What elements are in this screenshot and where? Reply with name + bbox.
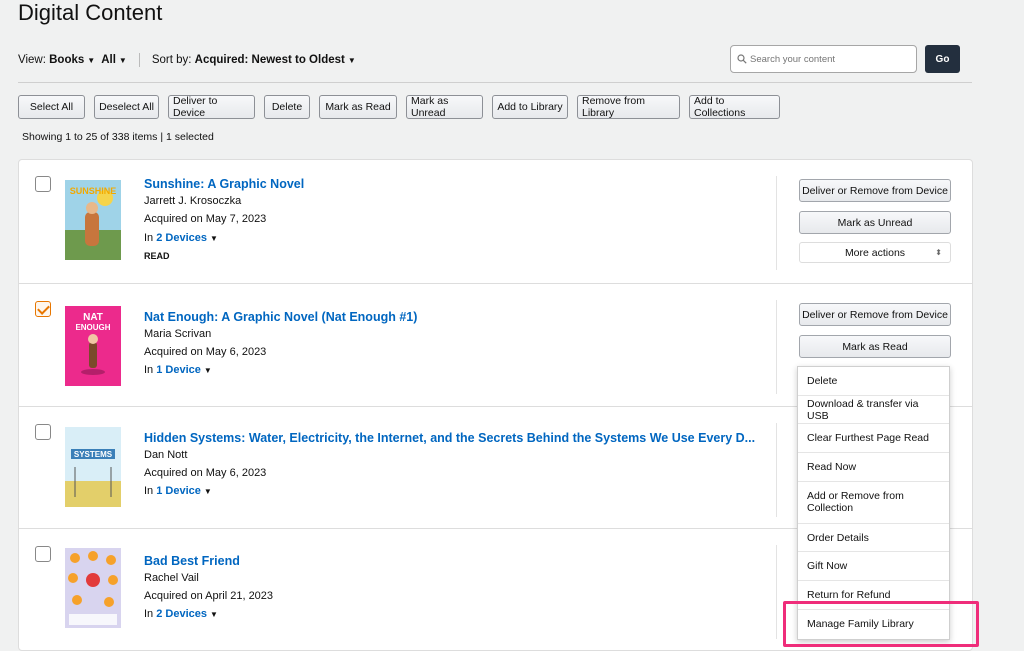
- devices-link[interactable]: 1 Device: [156, 364, 201, 376]
- add-to-collections-button[interactable]: Add to Collections: [689, 95, 780, 119]
- devices-info: In 1 Device ▼: [144, 485, 218, 497]
- deliver-to-device-button[interactable]: Deliver to Device: [168, 95, 255, 119]
- results-count: Showing 1 to 25 of 338 items | 1 selecte…: [22, 131, 214, 143]
- devices-link[interactable]: 2 Devices: [156, 608, 207, 620]
- menu-item-read-now[interactable]: Read Now: [798, 453, 949, 482]
- view-label: View:: [18, 54, 46, 66]
- more-actions-menu: Delete Download & transfer via USB Clear…: [797, 366, 950, 640]
- remove-from-library-button[interactable]: Remove from Library: [577, 95, 680, 119]
- select-arrows-icon: ⬍: [935, 248, 942, 257]
- deliver-or-remove-button[interactable]: Deliver or Remove from Device: [799, 303, 951, 326]
- deselect-all-button[interactable]: Deselect All: [94, 95, 159, 119]
- sort-label: Sort by:: [151, 54, 192, 66]
- divider: [138, 53, 140, 67]
- book-title-link[interactable]: Hidden Systems: Water, Electricity, the …: [144, 431, 755, 445]
- item-checkbox[interactable]: [35, 424, 51, 440]
- devices-link[interactable]: 2 Devices: [156, 232, 207, 244]
- book-author: Maria Scrivan: [144, 328, 212, 340]
- devices-prefix: In: [144, 485, 154, 497]
- more-actions-label: More actions: [844, 246, 906, 259]
- chevron-down-icon: ▼: [210, 610, 218, 619]
- cover-title-text: SUNSHINE: [70, 186, 117, 196]
- selected-count: | 1 selected: [160, 131, 214, 143]
- book-title-link[interactable]: Nat Enough: A Graphic Novel (Nat Enough …: [144, 310, 417, 324]
- view-bar: View: Books ▼ All ▼ Sort by: Acquired: New…: [18, 53, 362, 67]
- delete-button[interactable]: Delete: [264, 95, 310, 119]
- mark-as-read-button[interactable]: Mark as Read: [319, 95, 397, 119]
- page-title: Digital Content: [18, 0, 163, 25]
- divider: [18, 82, 972, 83]
- devices-link[interactable]: 1 Device: [156, 485, 201, 497]
- chevron-down-icon: ▼: [203, 487, 212, 496]
- divider: [776, 423, 777, 517]
- item-checkbox[interactable]: [35, 176, 51, 192]
- book-cover[interactable]: NAT ENOUGH: [65, 306, 121, 386]
- devices-info: In 2 Devices ▼: [144, 608, 224, 620]
- sort-dropdown[interactable]: Acquired: Newest to Oldest: [195, 54, 345, 66]
- view-type-dropdown[interactable]: Books: [49, 54, 84, 66]
- search-box[interactable]: [730, 45, 917, 73]
- book-author: Jarrett J. Krosoczka: [144, 195, 242, 207]
- highlight-box: [783, 601, 979, 647]
- book-cover[interactable]: [65, 548, 121, 628]
- book-cover[interactable]: SYSTEMS: [65, 427, 121, 507]
- mark-as-read-button[interactable]: Mark as Read: [799, 335, 951, 358]
- svg-text:SYSTEMS: SYSTEMS: [74, 450, 113, 459]
- chevron-down-icon: ▼: [87, 55, 96, 65]
- read-badge: READ: [144, 251, 170, 261]
- divider: [776, 545, 777, 639]
- book-author: Dan Nott: [144, 449, 188, 461]
- acquired-date: Acquired on May 6, 2023: [144, 346, 267, 358]
- search-icon: [737, 54, 747, 64]
- svg-text:ENOUGH: ENOUGH: [75, 323, 110, 332]
- more-actions-select[interactable]: More actions ⬍: [799, 242, 951, 263]
- book-cover[interactable]: SUNSHINE: [65, 180, 121, 260]
- divider: [776, 176, 777, 270]
- menu-item-order-details[interactable]: Order Details: [798, 524, 949, 553]
- devices-prefix: In: [144, 608, 154, 620]
- list-item: SUNSHINE Sunshine: A Graphic Novel Jarre…: [19, 160, 972, 284]
- chevron-down-icon: ▼: [118, 55, 127, 65]
- deliver-or-remove-button[interactable]: Deliver or Remove from Device: [799, 179, 951, 202]
- chevron-down-icon: ▼: [210, 234, 218, 243]
- menu-item-delete[interactable]: Delete: [798, 367, 949, 396]
- chevron-down-icon: ▼: [347, 55, 356, 65]
- acquired-date: Acquired on May 7, 2023: [144, 213, 267, 225]
- devices-info: In 1 Device ▼: [144, 364, 218, 376]
- acquired-date: Acquired on May 6, 2023: [144, 467, 267, 479]
- search-input[interactable]: [750, 53, 910, 65]
- svg-text:NAT: NAT: [83, 312, 103, 323]
- mark-as-unread-button[interactable]: Mark as Unread: [406, 95, 483, 119]
- select-all-button[interactable]: Select All: [18, 95, 85, 119]
- menu-item-clear-furthest-page[interactable]: Clear Furthest Page Read: [798, 424, 949, 454]
- menu-item-add-remove-collection[interactable]: Add or Remove from Collection: [798, 482, 949, 524]
- mark-as-unread-button[interactable]: Mark as Unread: [799, 211, 951, 234]
- divider: [776, 300, 777, 394]
- chevron-down-icon: ▼: [203, 366, 212, 375]
- item-checkbox[interactable]: [35, 301, 51, 317]
- devices-info: In 2 Devices ▼: [144, 232, 224, 244]
- go-button[interactable]: Go: [925, 45, 960, 73]
- book-author: Rachel Vail: [144, 572, 199, 584]
- menu-item-download-transfer-usb[interactable]: Download & transfer via USB: [798, 396, 949, 425]
- devices-prefix: In: [144, 364, 154, 376]
- menu-item-gift-now[interactable]: Gift Now: [798, 552, 949, 582]
- acquired-date: Acquired on April 21, 2023: [144, 590, 274, 602]
- add-to-library-button[interactable]: Add to Library: [492, 95, 568, 119]
- showing-text: Showing 1 to 25 of 338 items: [22, 131, 158, 143]
- book-title-link[interactable]: Sunshine: A Graphic Novel: [144, 177, 304, 191]
- bulk-actions-toolbar: Select All Deselect All Deliver to Devic…: [18, 95, 780, 119]
- view-filter-dropdown[interactable]: All: [101, 54, 116, 66]
- devices-prefix: In: [144, 232, 154, 244]
- item-checkbox[interactable]: [35, 546, 51, 562]
- book-title-link[interactable]: Bad Best Friend: [144, 554, 240, 568]
